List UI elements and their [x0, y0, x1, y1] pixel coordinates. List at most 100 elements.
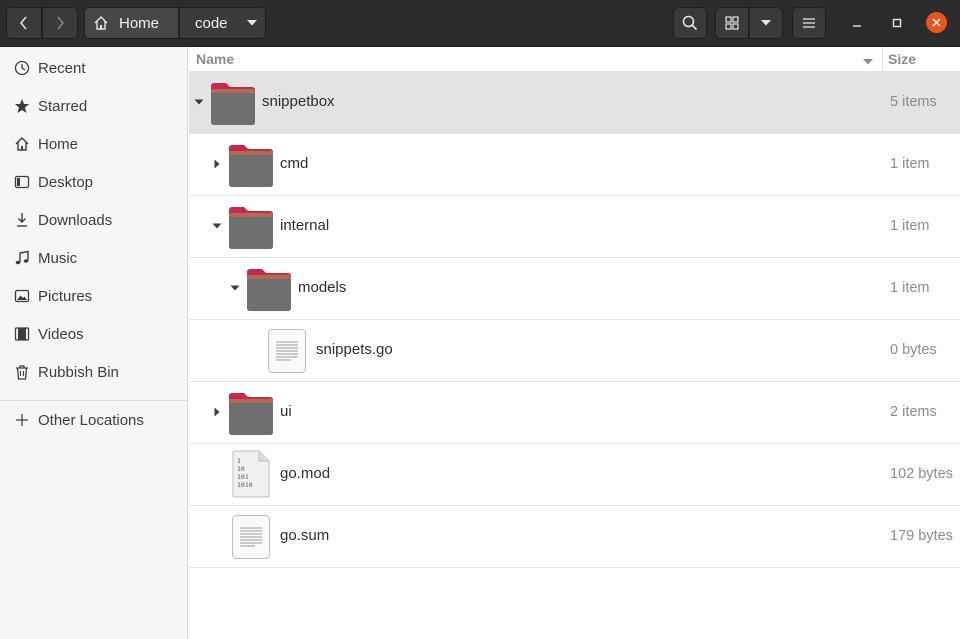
path-label-home: Home — [119, 14, 160, 32]
file-size: 179 bytes — [890, 528, 953, 544]
sidebar-item-home[interactable]: Home — [0, 126, 188, 162]
picture-icon — [13, 288, 30, 305]
search-icon — [682, 15, 698, 31]
sidebar-item-label: Recent — [38, 59, 86, 77]
plus-icon — [13, 412, 30, 429]
folder-icon — [211, 83, 255, 125]
clock-icon — [13, 60, 30, 77]
chevron-down-icon — [246, 20, 257, 26]
chevron-down-icon — [761, 20, 771, 26]
download-icon — [13, 212, 30, 229]
file-row-snippetbox[interactable]: snippetbox 5 items — [189, 72, 960, 134]
sidebar-item-label: Starred — [38, 97, 88, 115]
file-row-models[interactable]: models 1 item — [189, 258, 960, 320]
file-row-cmd[interactable]: cmd 1 item — [189, 134, 960, 196]
file-size: 102 bytes — [890, 466, 953, 482]
hamburger-icon — [803, 18, 815, 28]
svg-text:101: 101 — [237, 473, 249, 481]
file-name: go.sum — [280, 527, 330, 544]
forward-button[interactable] — [42, 7, 78, 39]
column-header: Name Size — [189, 47, 960, 72]
binary-file-icon: 1 10 101 1010 — [232, 450, 270, 498]
sidebar-item-label: Videos — [38, 325, 84, 343]
file-row-internal[interactable]: internal 1 item — [189, 196, 960, 258]
file-size: 1 item — [890, 280, 930, 296]
view-options-button[interactable] — [749, 7, 783, 39]
chevron-right-icon — [57, 16, 64, 30]
file-name: snippets.go — [316, 341, 393, 358]
folder-icon — [229, 207, 273, 249]
text-file-icon — [268, 329, 306, 373]
file-row-go-sum[interactable]: go.sum 179 bytes — [189, 506, 960, 568]
home-icon — [94, 16, 108, 30]
file-row-go-mod[interactable]: 1 10 101 1010 go.mod 102 bytes — [189, 444, 960, 506]
file-size: 1 item — [890, 156, 930, 172]
file-name: snippetbox — [262, 93, 335, 110]
svg-text:1010: 1010 — [237, 481, 253, 489]
sidebar-item-other-locations[interactable]: Other Locations — [0, 402, 188, 438]
file-row-ui[interactable]: ui 2 items — [189, 382, 960, 444]
desktop-icon — [13, 174, 30, 191]
sidebar-item-recent[interactable]: Recent — [0, 50, 188, 86]
svg-text:10: 10 — [237, 465, 245, 473]
sidebar-divider — [0, 400, 188, 401]
sidebar-item-pictures[interactable]: Pictures — [0, 278, 188, 314]
file-name: ui — [280, 403, 292, 420]
menu-button[interactable] — [792, 7, 826, 39]
maximize-button[interactable] — [886, 12, 908, 34]
column-divider — [882, 47, 883, 72]
close-button[interactable] — [926, 12, 947, 33]
expander-collapsed-icon[interactable] — [211, 406, 223, 418]
close-icon — [932, 18, 941, 27]
file-row-snippets-go[interactable]: snippets.go 0 bytes — [189, 320, 960, 382]
expander-expanded-icon[interactable] — [211, 220, 223, 232]
sidebar-item-rubbish-bin[interactable]: Rubbish Bin — [0, 354, 188, 390]
sidebar-item-label: Other Locations — [38, 411, 144, 429]
file-size: 0 bytes — [890, 342, 937, 358]
svg-text:1: 1 — [237, 457, 241, 465]
file-name: cmd — [280, 155, 309, 172]
sidebar-item-label: Music — [38, 249, 78, 267]
file-name: go.mod — [280, 465, 331, 482]
expander-expanded-icon[interactable] — [193, 96, 205, 108]
home-icon — [13, 136, 30, 153]
file-name: models — [298, 279, 347, 296]
sidebar-item-videos[interactable]: Videos — [0, 316, 188, 352]
music-icon — [13, 250, 30, 267]
trash-icon — [13, 364, 30, 381]
sort-descending-icon[interactable] — [862, 53, 874, 70]
minimize-button[interactable] — [846, 12, 868, 34]
path-button-code[interactable]: code — [179, 7, 266, 39]
file-size: 2 items — [890, 404, 937, 420]
sidebar-item-music[interactable]: Music — [0, 240, 188, 276]
expander-expanded-icon[interactable] — [229, 282, 241, 294]
file-name: internal — [280, 217, 330, 234]
chevron-left-icon — [20, 16, 27, 30]
sidebar-item-label: Home — [38, 135, 79, 153]
text-file-icon — [232, 515, 270, 559]
path-label-code: code — [195, 14, 228, 32]
sidebar-item-starred[interactable]: Starred — [0, 88, 188, 124]
search-button[interactable] — [673, 7, 707, 39]
maximize-icon — [892, 18, 902, 28]
expander-collapsed-icon[interactable] — [211, 158, 223, 170]
grid-icon — [725, 16, 739, 30]
minimize-icon — [853, 25, 861, 27]
sidebar-item-label: Desktop — [38, 173, 94, 191]
folder-icon — [247, 269, 291, 311]
folder-icon — [229, 145, 273, 187]
grid-view-button[interactable] — [715, 7, 749, 39]
sidebar-item-label: Rubbish Bin — [38, 363, 119, 381]
video-icon — [13, 326, 30, 343]
header-bar: Home code — [0, 0, 960, 47]
back-button[interactable] — [6, 7, 42, 39]
sidebar-item-downloads[interactable]: Downloads — [0, 202, 188, 238]
file-size: 5 items — [890, 94, 937, 110]
column-header-size[interactable]: Size — [888, 51, 916, 67]
sidebar-item-label: Pictures — [38, 287, 93, 305]
sidebar-item-desktop[interactable]: Desktop — [0, 164, 188, 200]
column-header-name[interactable]: Name — [196, 51, 234, 67]
file-size: 1 item — [890, 218, 930, 234]
path-button-home[interactable]: Home — [84, 7, 179, 39]
sidebar: Recent Starred Home Desktop Downloads Mu… — [0, 47, 188, 639]
